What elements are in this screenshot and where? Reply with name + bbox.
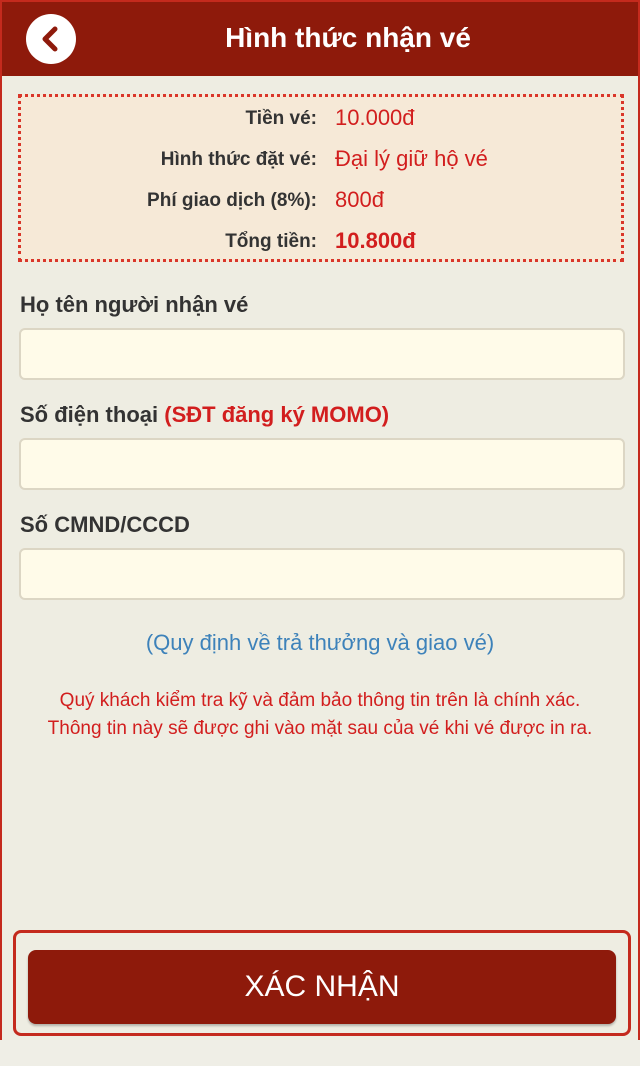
rules-link[interactable]: (Quy định về trả thưởng và giao vé) <box>2 630 638 656</box>
phone-label-text: Số điện thoại <box>20 402 159 427</box>
order-summary-box: Tiền vé: 10.000đ Hình thức đặt vé: Đại l… <box>18 94 624 262</box>
summary-row-total: Tổng tiền: 10.800đ <box>21 226 621 256</box>
confirm-button[interactable]: XÁC NHẬN <box>28 950 616 1024</box>
recipient-name-input[interactable] <box>19 328 625 380</box>
summary-label: Hình thức đặt vé: <box>160 149 317 170</box>
summary-label: Phí giao dịch (8%): <box>147 190 317 211</box>
summary-row-booking-method: Hình thức đặt vé: Đại lý giữ hộ vé <box>21 144 621 174</box>
header-bar: Hình thức nhận vé <box>2 2 638 76</box>
summary-row-ticket-price: Tiền vé: 10.000đ <box>21 103 621 133</box>
phone-field-label: Số điện thoại (SĐT đăng ký MOMO) <box>20 402 389 428</box>
notice-line-1: Quý khách kiểm tra kỹ và đảm bảo thông t… <box>59 690 581 711</box>
summary-value: 10.000đ <box>335 105 415 130</box>
summary-label: Tiền vé: <box>245 108 317 129</box>
name-field-label: Họ tên người nhận vé <box>20 292 249 317</box>
phone-input[interactable] <box>19 438 625 490</box>
phone-label-note: (SĐT đăng ký MOMO) <box>164 402 390 427</box>
summary-total-value: 10.800đ <box>335 228 416 253</box>
notice-line-2: Thông tin này sẽ được ghi vào mặt sau củ… <box>47 718 593 739</box>
summary-row-transaction-fee: Phí giao dịch (8%): 800đ <box>21 185 621 215</box>
summary-label: Tổng tiền: <box>225 231 317 252</box>
app-frame: Hình thức nhận vé Tiền vé: 10.000đ Hình … <box>0 0 640 1040</box>
page-title: Hình thức nhận vé <box>225 22 471 53</box>
summary-value: 800đ <box>335 187 384 212</box>
id-field-label: Số CMND/CCCD <box>20 512 190 537</box>
id-number-input[interactable] <box>19 548 625 600</box>
footer-action-area: XÁC NHẬN <box>13 930 631 1036</box>
summary-value: Đại lý giữ hộ vé <box>335 146 488 171</box>
